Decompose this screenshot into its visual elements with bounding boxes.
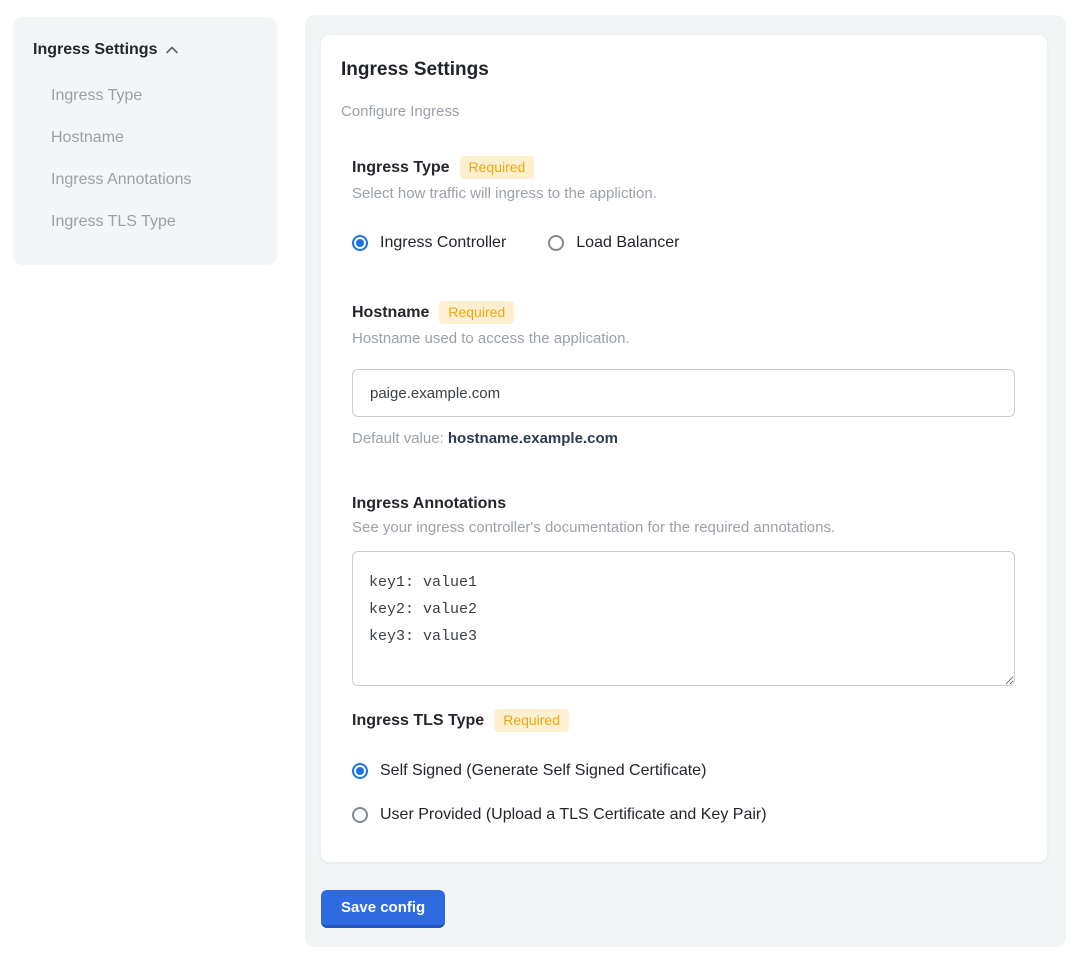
- sidebar-item-ingress-tls-type[interactable]: Ingress TLS Type: [33, 212, 257, 231]
- radio-option-user-provided[interactable]: User Provided (Upload a TLS Certificate …: [352, 806, 1016, 824]
- required-badge: Required: [460, 156, 535, 179]
- sidebar-section-ingress-settings[interactable]: Ingress Settings: [33, 41, 257, 59]
- sidebar-item-ingress-type[interactable]: Ingress Type: [33, 86, 257, 105]
- page-subtitle: Configure Ingress: [341, 103, 1027, 120]
- hostname-label: Hostname: [352, 304, 429, 322]
- radio-option-load-balancer[interactable]: Load Balancer: [548, 234, 679, 252]
- ingress-type-description: Select how traffic will ingress to the a…: [352, 185, 1016, 202]
- save-config-button[interactable]: Save config: [321, 890, 445, 928]
- required-badge: Required: [439, 301, 514, 324]
- default-value-text: hostname.example.com: [448, 430, 618, 447]
- radio-unselected-icon[interactable]: [548, 235, 564, 251]
- ingress-annotations-label: Ingress Annotations: [352, 495, 506, 513]
- chevron-up-icon: [165, 43, 179, 57]
- sidebar-item-ingress-annotations[interactable]: Ingress Annotations: [33, 170, 257, 189]
- radio-option-label: Self Signed (Generate Self Signed Certif…: [380, 762, 706, 780]
- ingress-tls-type-section: Ingress TLS Type Required Self Signed (G…: [352, 709, 1016, 824]
- ingress-annotations-textarea[interactable]: key1: value1 key2: value2 key3: value3: [352, 551, 1015, 686]
- radio-option-ingress-controller[interactable]: Ingress Controller: [352, 234, 506, 252]
- radio-unselected-icon[interactable]: [352, 807, 368, 823]
- radio-option-self-signed[interactable]: Self Signed (Generate Self Signed Certif…: [352, 762, 1016, 780]
- radio-selected-icon[interactable]: [352, 235, 368, 251]
- ingress-annotations-description: See your ingress controller's documentat…: [352, 519, 1016, 536]
- ingress-type-label: Ingress Type: [352, 159, 450, 177]
- sidebar: Ingress Settings Ingress Type Hostname I…: [13, 17, 277, 265]
- radio-option-label: Ingress Controller: [380, 234, 506, 252]
- radio-option-label: Load Balancer: [576, 234, 679, 252]
- ingress-type-section: Ingress Type Required Select how traffic…: [352, 156, 1016, 252]
- radio-option-label: User Provided (Upload a TLS Certificate …: [380, 806, 767, 824]
- sidebar-section-title: Ingress Settings: [33, 41, 157, 59]
- ingress-settings-card: Ingress Settings Configure Ingress Ingre…: [321, 35, 1047, 862]
- required-badge: Required: [494, 709, 569, 732]
- sidebar-item-hostname[interactable]: Hostname: [33, 128, 257, 147]
- hostname-description: Hostname used to access the application.: [352, 330, 1016, 347]
- ingress-annotations-section: Ingress Annotations See your ingress con…: [352, 495, 1016, 686]
- ingress-tls-type-label: Ingress TLS Type: [352, 712, 484, 730]
- default-value-prefix: Default value:: [352, 430, 448, 447]
- main-panel: Ingress Settings Configure Ingress Ingre…: [305, 15, 1066, 947]
- hostname-input[interactable]: [352, 369, 1015, 417]
- hostname-default-line: Default value: hostname.example.com: [352, 430, 1016, 447]
- hostname-section: Hostname Required Hostname used to acces…: [352, 301, 1016, 447]
- radio-selected-icon[interactable]: [352, 763, 368, 779]
- page-title: Ingress Settings: [341, 59, 1027, 81]
